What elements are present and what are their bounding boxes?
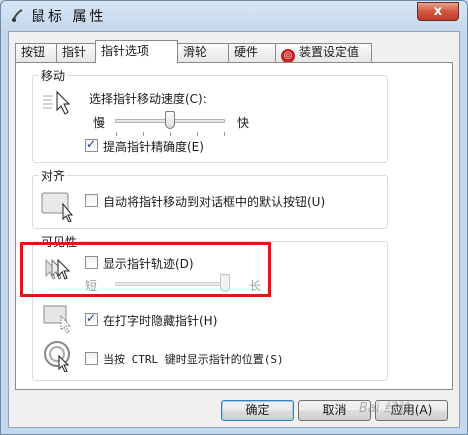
tab-device-settings-label: 装置设定值 — [299, 45, 360, 59]
speed-tick — [143, 132, 144, 136]
tab-hardware[interactable]: 硬件 — [228, 43, 276, 62]
pointer-options-panel: 移动 选择指针移动速度(C): 慢 快 提高指针精确度(E) — [15, 62, 453, 390]
motion-group-title: 移动 — [39, 67, 68, 84]
snap-to-default-icon — [41, 192, 74, 222]
tab-wheel[interactable]: 滑轮 — [177, 43, 229, 62]
speed-label: 选择指针移动速度(C): — [89, 92, 207, 106]
speed-tick — [170, 132, 171, 136]
tab-device-settings[interactable]: ◎ 装置设定值 — [275, 43, 372, 63]
snap-to-checkbox[interactable] — [85, 194, 98, 207]
title-bar[interactable]: 鼠标 属性 x — [1, 1, 467, 31]
speed-tick — [197, 132, 198, 136]
close-button[interactable]: x — [417, 2, 459, 21]
snap-to-label[interactable]: 自动将指针移动到对话框中的默认按钮(U) — [103, 193, 325, 210]
tab-pointer-options[interactable]: 指针选项 — [95, 40, 178, 63]
fast-label: 快 — [237, 116, 250, 130]
ctrl-locate-checkbox[interactable] — [85, 352, 98, 365]
ctrl-locate-label[interactable]: 当按 CTRL 键时显示指针的位置(S) — [103, 351, 284, 367]
watermark: Bai 经验 — [359, 401, 410, 416]
mouse-properties-window: 鼠标 属性 x 按钮 指针 指针选项 滑轮 硬件 ◎ 装置设定值 移动 选择指针移… — [0, 0, 468, 435]
ok-button[interactable]: 确定 — [221, 400, 294, 421]
motion-group: 移动 选择指针移动速度(C): 慢 快 提高指针精确度(E) — [32, 67, 388, 163]
tab-strip: 按钮 指针 指针选项 滑轮 硬件 ◎ 装置设定值 — [15, 40, 455, 63]
slow-label: 慢 — [93, 116, 106, 130]
ctrl-locate-icon — [44, 341, 70, 372]
speed-slider-thumb[interactable] — [165, 111, 175, 129]
snap-to-group: 对齐 自动将指针移动到对话框中的默认按钮(U) — [32, 167, 388, 229]
speed-tick — [224, 132, 225, 136]
speed-tick — [116, 132, 117, 136]
mouse-icon — [12, 9, 23, 22]
precision-label[interactable]: 提高指针精确度(E) — [103, 138, 204, 155]
synaptics-icon: ◎ — [281, 49, 295, 63]
annotation-highlight-box — [20, 242, 271, 297]
dialog-client: 按钮 指针 指针选项 滑轮 硬件 ◎ 装置设定值 移动 选择指针移动速度(C): … — [8, 31, 460, 428]
snap-to-group-title: 对齐 — [39, 167, 68, 184]
precision-checkbox[interactable] — [85, 137, 98, 152]
window-title: 鼠标 属性 — [31, 9, 107, 25]
hide-while-typing-icon — [43, 305, 72, 334]
hide-while-typing-checkbox[interactable] — [85, 311, 98, 326]
hide-while-typing-label[interactable]: 在打字时隐藏指针(H) — [103, 312, 217, 329]
pointer-speed-icon — [43, 90, 71, 115]
tab-buttons[interactable]: 按钮 — [15, 43, 57, 62]
tab-pointers[interactable]: 指针 — [56, 43, 96, 62]
